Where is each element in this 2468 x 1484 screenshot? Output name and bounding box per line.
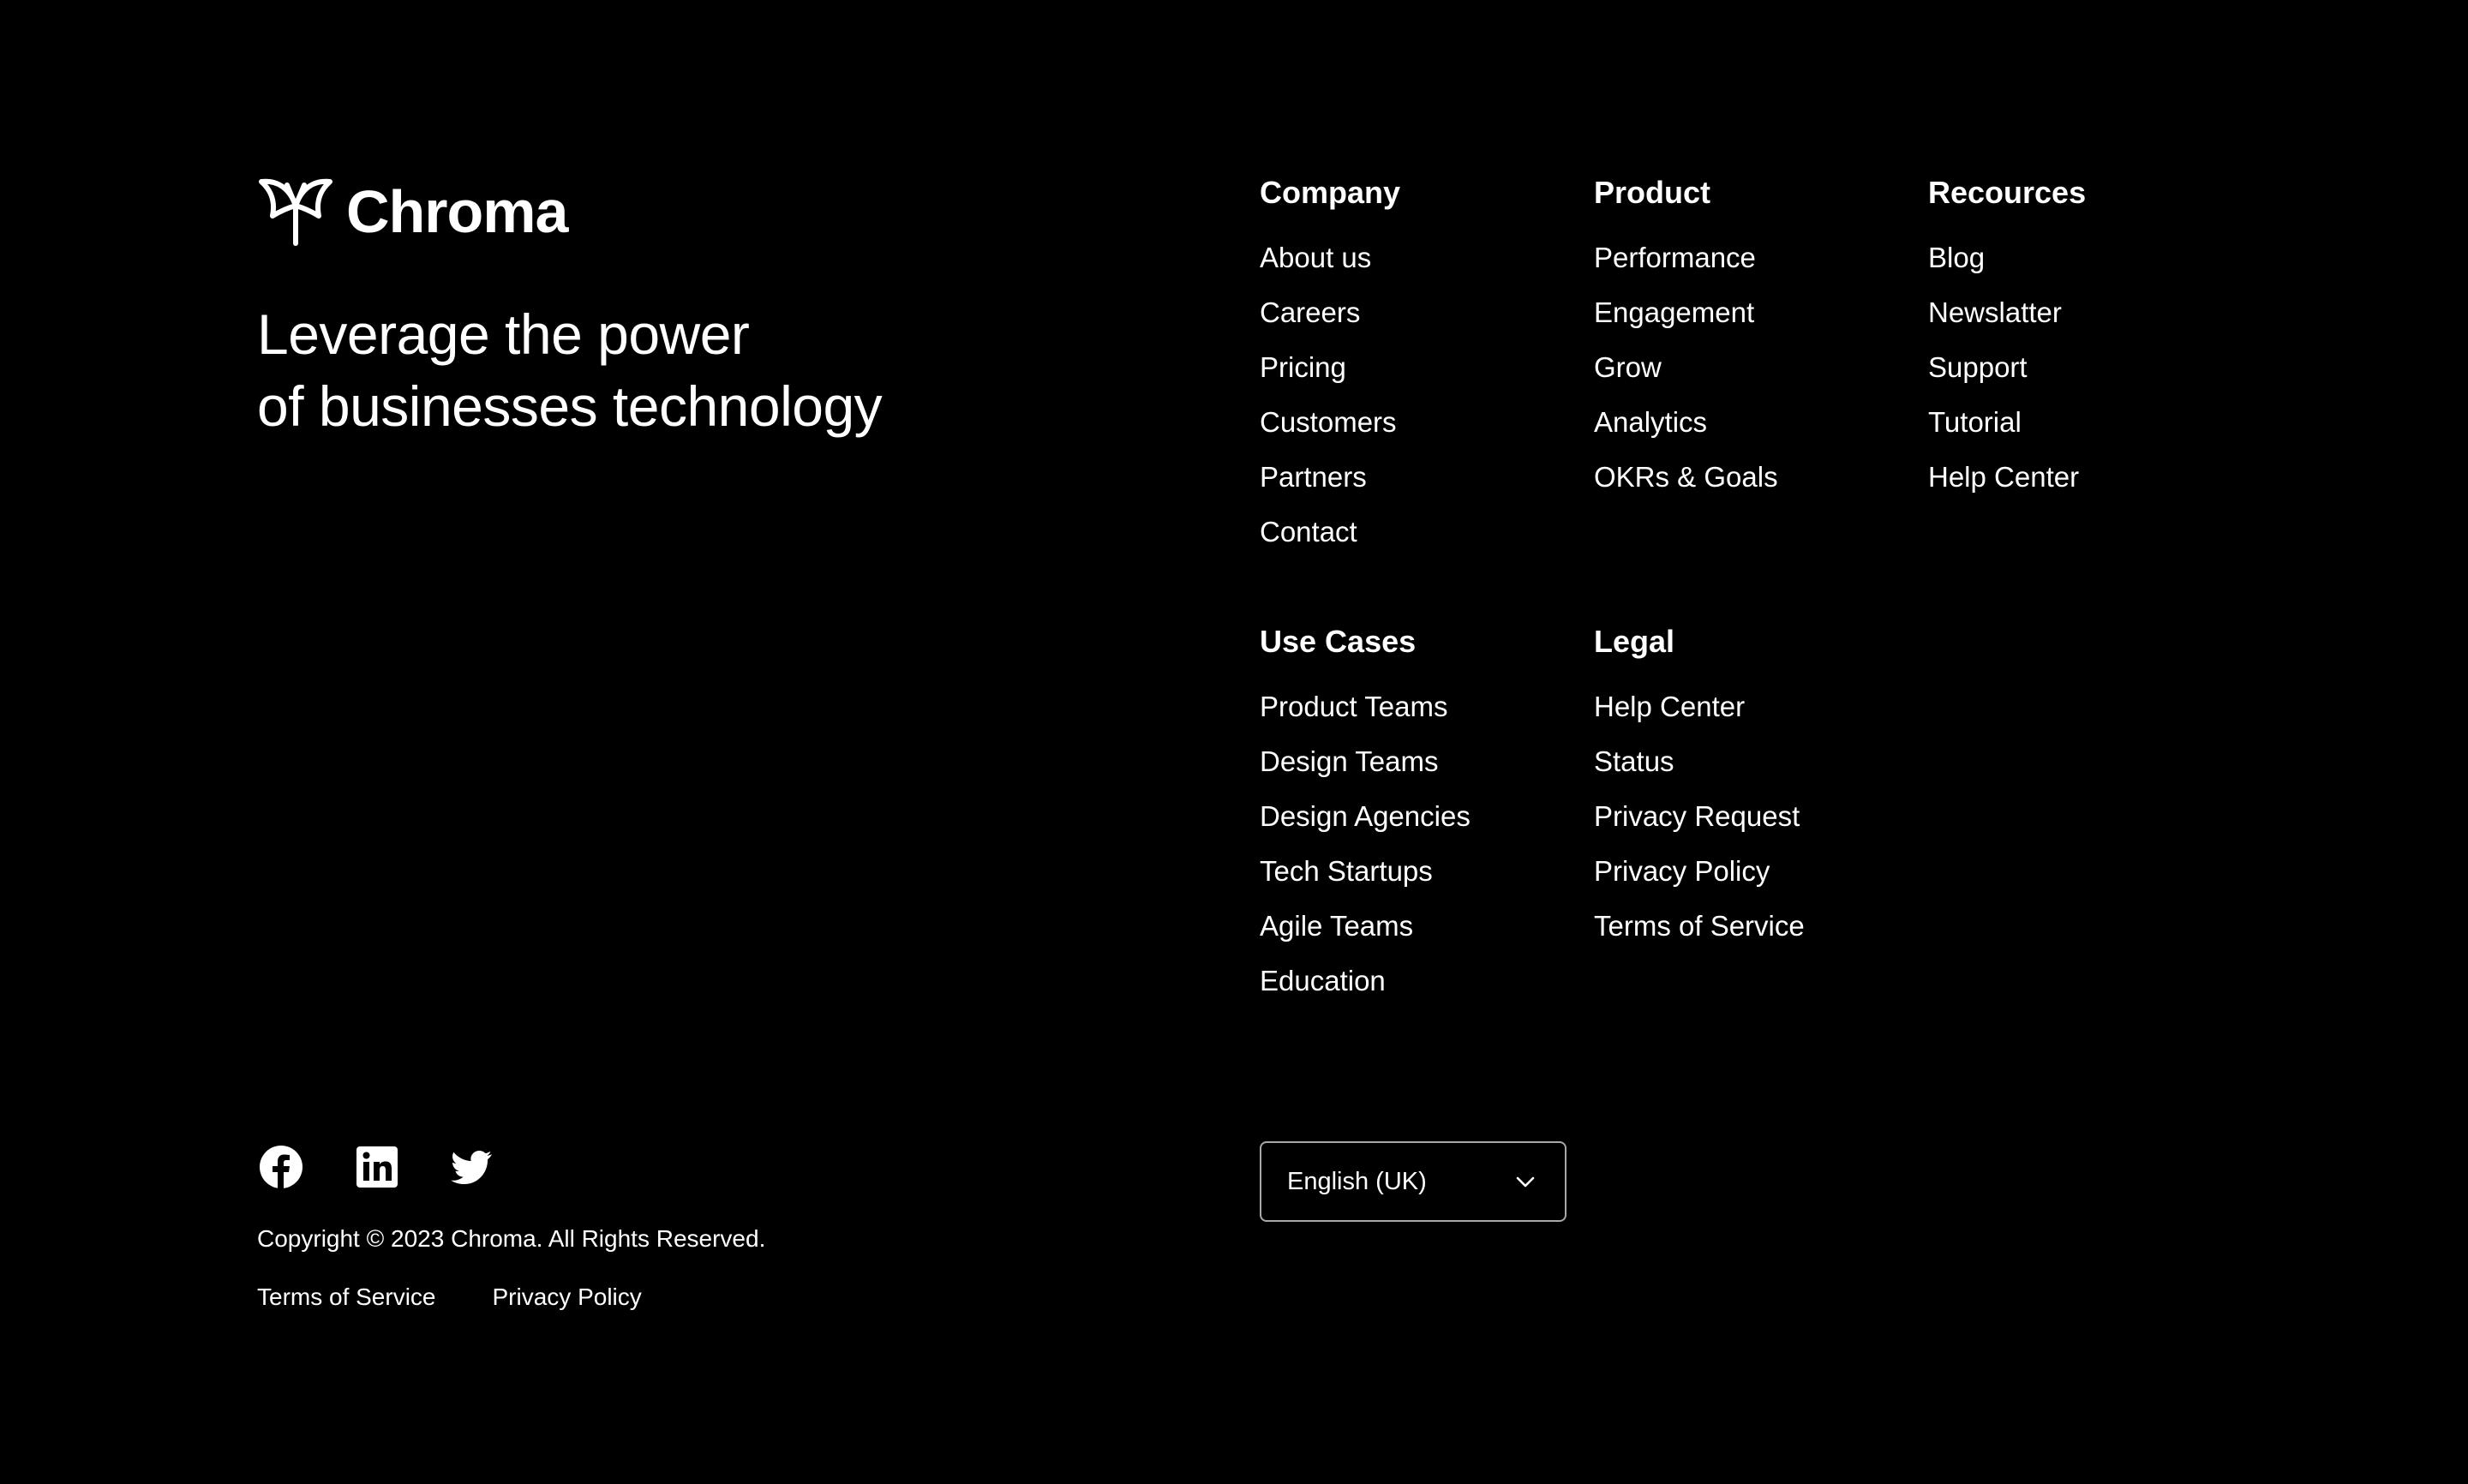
language-select[interactable]: English (UK) — [1260, 1141, 1566, 1222]
legal-heading: Legal — [1594, 624, 1675, 659]
link-tutorial[interactable]: Tutorial — [1928, 395, 2086, 450]
company-heading: Company — [1260, 175, 1401, 210]
link-education[interactable]: Education — [1260, 954, 1471, 1008]
link-legal-help-center[interactable]: Help Center — [1594, 679, 1805, 734]
footer-legal-links: Terms of Service Privacy Policy — [257, 1280, 698, 1314]
link-engagement[interactable]: Engagement — [1594, 285, 1778, 340]
facebook-icon[interactable] — [257, 1143, 305, 1191]
social-links — [257, 1143, 545, 1191]
link-privacy-policy[interactable]: Privacy Policy — [1594, 844, 1805, 899]
link-terms-of-service[interactable]: Terms of Service — [1594, 899, 1805, 954]
link-contact[interactable]: Contact — [1260, 505, 1400, 559]
legal-links: Help Center Status Privacy Request Priva… — [1594, 679, 1805, 954]
link-tech-startups[interactable]: Tech Startups — [1260, 844, 1471, 899]
footer-terms-link[interactable]: Terms of Service — [257, 1280, 436, 1314]
link-okrs-goals[interactable]: OKRs & Goals — [1594, 450, 1778, 505]
link-product-teams[interactable]: Product Teams — [1260, 679, 1471, 734]
link-partners[interactable]: Partners — [1260, 450, 1400, 505]
resources-heading: Recources — [1928, 175, 2087, 210]
use-cases-links: Product Teams Design Teams Design Agenci… — [1260, 679, 1471, 1008]
link-design-teams[interactable]: Design Teams — [1260, 734, 1471, 789]
tagline-line-1: Leverage the power — [257, 302, 750, 366]
link-grow[interactable]: Grow — [1594, 340, 1778, 395]
use-cases-heading: Use Cases — [1260, 624, 1417, 659]
brand[interactable]: Chroma — [257, 177, 568, 247]
link-design-agencies[interactable]: Design Agencies — [1260, 789, 1471, 844]
link-help-center[interactable]: Help Center — [1928, 450, 2086, 505]
company-column: Company About us Careers Pricing Custome… — [1260, 176, 1400, 559]
link-customers[interactable]: Customers — [1260, 395, 1400, 450]
company-links: About us Careers Pricing Customers Partn… — [1260, 230, 1400, 559]
link-pricing[interactable]: Pricing — [1260, 340, 1400, 395]
link-support[interactable]: Support — [1928, 340, 2086, 395]
brand-name: Chroma — [346, 178, 568, 245]
link-newsletter[interactable]: Newslatter — [1928, 285, 2086, 340]
link-careers[interactable]: Careers — [1260, 285, 1400, 340]
use-cases-column: Use Cases Product Teams Design Teams Des… — [1260, 625, 1471, 1008]
link-performance[interactable]: Performance — [1594, 230, 1778, 285]
chevron-down-icon — [1516, 1176, 1535, 1188]
linkedin-icon[interactable] — [353, 1143, 401, 1191]
tagline: Leverage the power of businesses technol… — [257, 298, 883, 442]
link-blog[interactable]: Blog — [1928, 230, 2086, 285]
palm-tree-icon — [259, 178, 332, 246]
link-agile-teams[interactable]: Agile Teams — [1260, 899, 1471, 954]
link-about-us[interactable]: About us — [1260, 230, 1400, 285]
language-selected-value: English (UK) — [1287, 1167, 1427, 1195]
product-heading: Product — [1594, 175, 1711, 210]
link-status[interactable]: Status — [1594, 734, 1805, 789]
link-privacy-request[interactable]: Privacy Request — [1594, 789, 1805, 844]
tagline-line-2: of businesses technology — [257, 374, 883, 438]
product-column: Product Performance Engagement Grow Anal… — [1594, 176, 1778, 505]
legal-column: Legal Help Center Status Privacy Request… — [1594, 625, 1805, 954]
resources-column: Recources Blog Newslatter Support Tutori… — [1928, 176, 2086, 505]
footer-privacy-link[interactable]: Privacy Policy — [493, 1280, 642, 1314]
resources-links: Blog Newslatter Support Tutorial Help Ce… — [1928, 230, 2086, 505]
copyright-text: Copyright © 2023 Chroma. All Rights Rese… — [257, 1225, 766, 1252]
link-analytics[interactable]: Analytics — [1594, 395, 1778, 450]
product-links: Performance Engagement Grow Analytics OK… — [1594, 230, 1778, 505]
twitter-icon[interactable] — [449, 1143, 497, 1191]
